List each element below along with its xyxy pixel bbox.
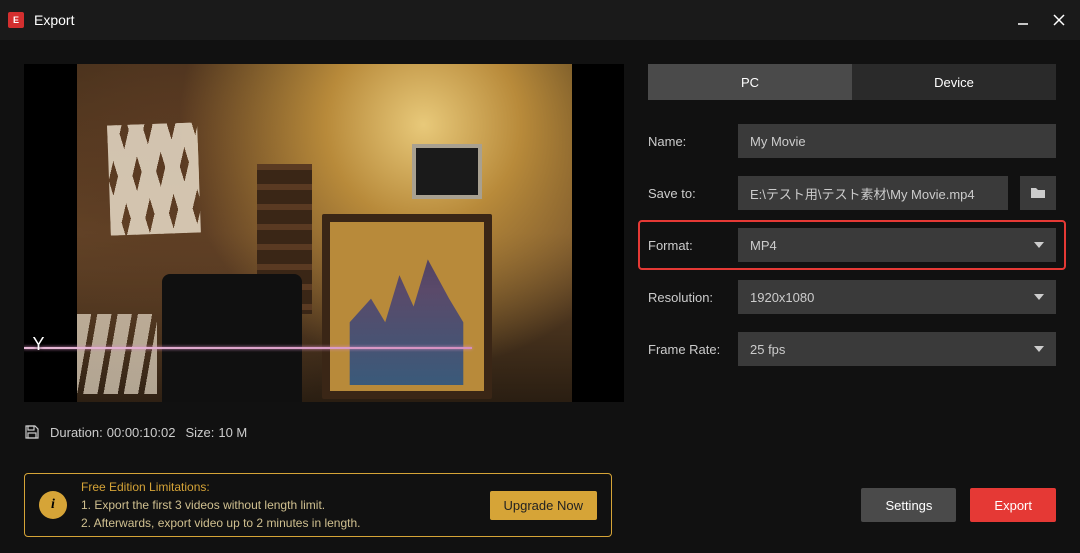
export-target-tabs: PC Device [648, 64, 1056, 100]
limitations-text: Free Edition Limitations: 1. Export the … [81, 478, 476, 532]
preview-frame: Y [77, 64, 572, 402]
timeline-marker-letter: Y [33, 334, 45, 355]
app-icon: E [8, 12, 24, 28]
save-to-label: Save to: [648, 186, 726, 201]
size-label: Size: [185, 425, 214, 440]
preview-decor [107, 122, 201, 235]
tab-pc[interactable]: PC [648, 64, 852, 100]
footer: i Free Edition Limitations: 1. Export th… [24, 473, 1056, 537]
titlebar: E Export [0, 0, 1080, 40]
minimize-button[interactable] [1014, 11, 1032, 29]
frame-rate-select[interactable]: 25 fps [738, 332, 1056, 366]
resolution-select[interactable]: 1920x1080 [738, 280, 1056, 314]
window-controls [1014, 11, 1068, 29]
limitations-title: Free Edition Limitations: [81, 478, 476, 496]
export-button[interactable]: Export [970, 488, 1056, 522]
name-input[interactable]: My Movie [738, 124, 1056, 158]
folder-icon [1030, 186, 1046, 200]
size-value: 10 M [218, 425, 247, 440]
row-resolution: Resolution: 1920x1080 [648, 280, 1056, 314]
limitations-line-2: 2. Afterwards, export video up to 2 minu… [81, 514, 476, 532]
content: Y Duration: 00:00:10:02 Size: 10 M PC De… [0, 40, 1080, 440]
row-save-to: Save to: E:\テスト用\テスト素材\My Movie.mp4 [648, 176, 1056, 210]
limitations-line-1: 1. Export the first 3 videos without len… [81, 496, 476, 514]
left-panel: Y Duration: 00:00:10:02 Size: 10 M [24, 64, 624, 440]
export-form: Name: My Movie Save to: E:\テスト用\テスト素材\My… [648, 124, 1056, 366]
disk-icon [24, 424, 40, 440]
format-label: Format: [648, 238, 726, 253]
preview-decor [162, 274, 302, 402]
preview-decor [322, 214, 492, 399]
timeline-marker-line [24, 347, 472, 349]
save-to-input[interactable]: E:\テスト用\テスト素材\My Movie.mp4 [738, 176, 1008, 210]
name-label: Name: [648, 134, 726, 149]
right-panel: PC Device Name: My Movie Save to: E:\テスト… [648, 64, 1056, 440]
row-frame-rate: Frame Rate: 25 fps [648, 332, 1056, 366]
row-format: Format: MP4 [638, 220, 1066, 270]
duration-label: Duration: [50, 425, 103, 440]
preview-decor [77, 314, 157, 394]
close-button[interactable] [1050, 11, 1068, 29]
preview-decor [412, 144, 482, 199]
info-icon: i [39, 491, 67, 519]
preview-info: Duration: 00:00:10:02 Size: 10 M [24, 424, 624, 440]
format-select[interactable]: MP4 [738, 228, 1056, 262]
browse-button[interactable] [1020, 176, 1056, 210]
settings-button[interactable]: Settings [861, 488, 956, 522]
limitations-box: i Free Edition Limitations: 1. Export th… [24, 473, 612, 537]
video-preview: Y [24, 64, 624, 402]
duration-value: 00:00:10:02 [107, 425, 176, 440]
resolution-label: Resolution: [648, 290, 726, 305]
frame-rate-label: Frame Rate: [648, 342, 726, 357]
window-title: Export [34, 12, 1014, 28]
tab-device[interactable]: Device [852, 64, 1056, 100]
row-name: Name: My Movie [648, 124, 1056, 158]
upgrade-button[interactable]: Upgrade Now [490, 491, 598, 520]
